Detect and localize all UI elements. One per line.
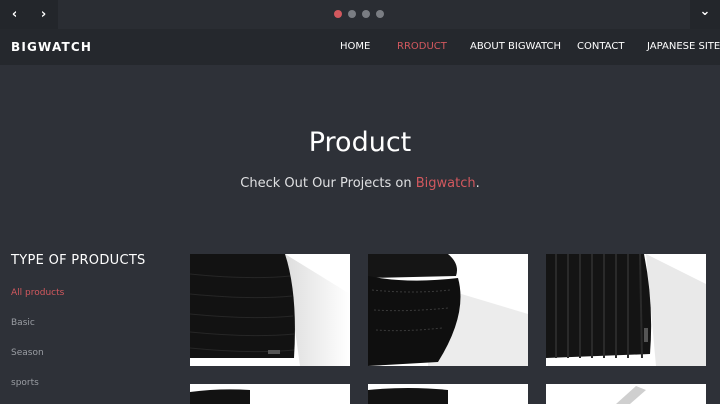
nav-item-about[interactable]: ABOUT BIGWATCH [470,41,561,52]
product-image-beanie [546,254,706,366]
slider-dot[interactable] [362,10,370,18]
nav-item-contact[interactable]: CONTACT [577,41,624,52]
product-image-partial [546,384,706,404]
product-card[interactable] [190,384,350,404]
filter-heading: TYPE OF PRODUCTS [11,253,146,268]
slider-bar: ‹ › ⌄ [0,0,720,29]
main-nav: BIGWATCH HOME RRODUCT ABOUT BIGWATCH CON… [0,29,720,65]
product-card[interactable] [546,384,706,404]
slider-dot[interactable] [334,10,342,18]
page-subtitle: Check Out Our Projects on Bigwatch. [0,176,720,191]
filter-basic[interactable]: Basic [11,318,35,328]
filter-sports[interactable]: sports [11,378,39,388]
product-card[interactable] [368,384,528,404]
chevron-left-icon: ‹ [11,7,18,22]
product-card[interactable] [546,254,706,366]
filter-season[interactable]: Season [11,348,44,358]
product-image-partial [190,384,350,404]
product-image-cap [368,254,528,366]
slider-pagination [334,10,384,18]
subtitle-period: . [475,176,480,191]
slider-dot[interactable] [348,10,356,18]
nav-item-home[interactable]: HOME [340,41,370,52]
nav-item-japanese-site[interactable]: JAPANESE SITE [647,41,720,52]
slider-expand-button[interactable]: ⌄ [690,0,720,29]
slider-prev-button[interactable]: ‹ [0,0,29,29]
product-image-bucket-hat [190,254,350,366]
slider-dot[interactable] [376,10,384,18]
subtitle-text: Check Out Our Projects on [240,176,416,191]
product-image-partial [368,384,528,404]
chevron-right-icon: › [40,7,47,22]
slider-next-button[interactable]: › [29,0,58,29]
subtitle-brand-link[interactable]: Bigwatch [416,176,476,191]
site-logo[interactable]: BIGWATCH [11,40,92,54]
page-title: Product [308,127,412,158]
product-card[interactable] [190,254,350,366]
nav-item-product[interactable]: RRODUCT [397,41,447,52]
product-card[interactable] [368,254,528,366]
filter-all-products[interactable]: All products [11,288,64,298]
chevron-down-icon: ⌄ [699,4,711,19]
